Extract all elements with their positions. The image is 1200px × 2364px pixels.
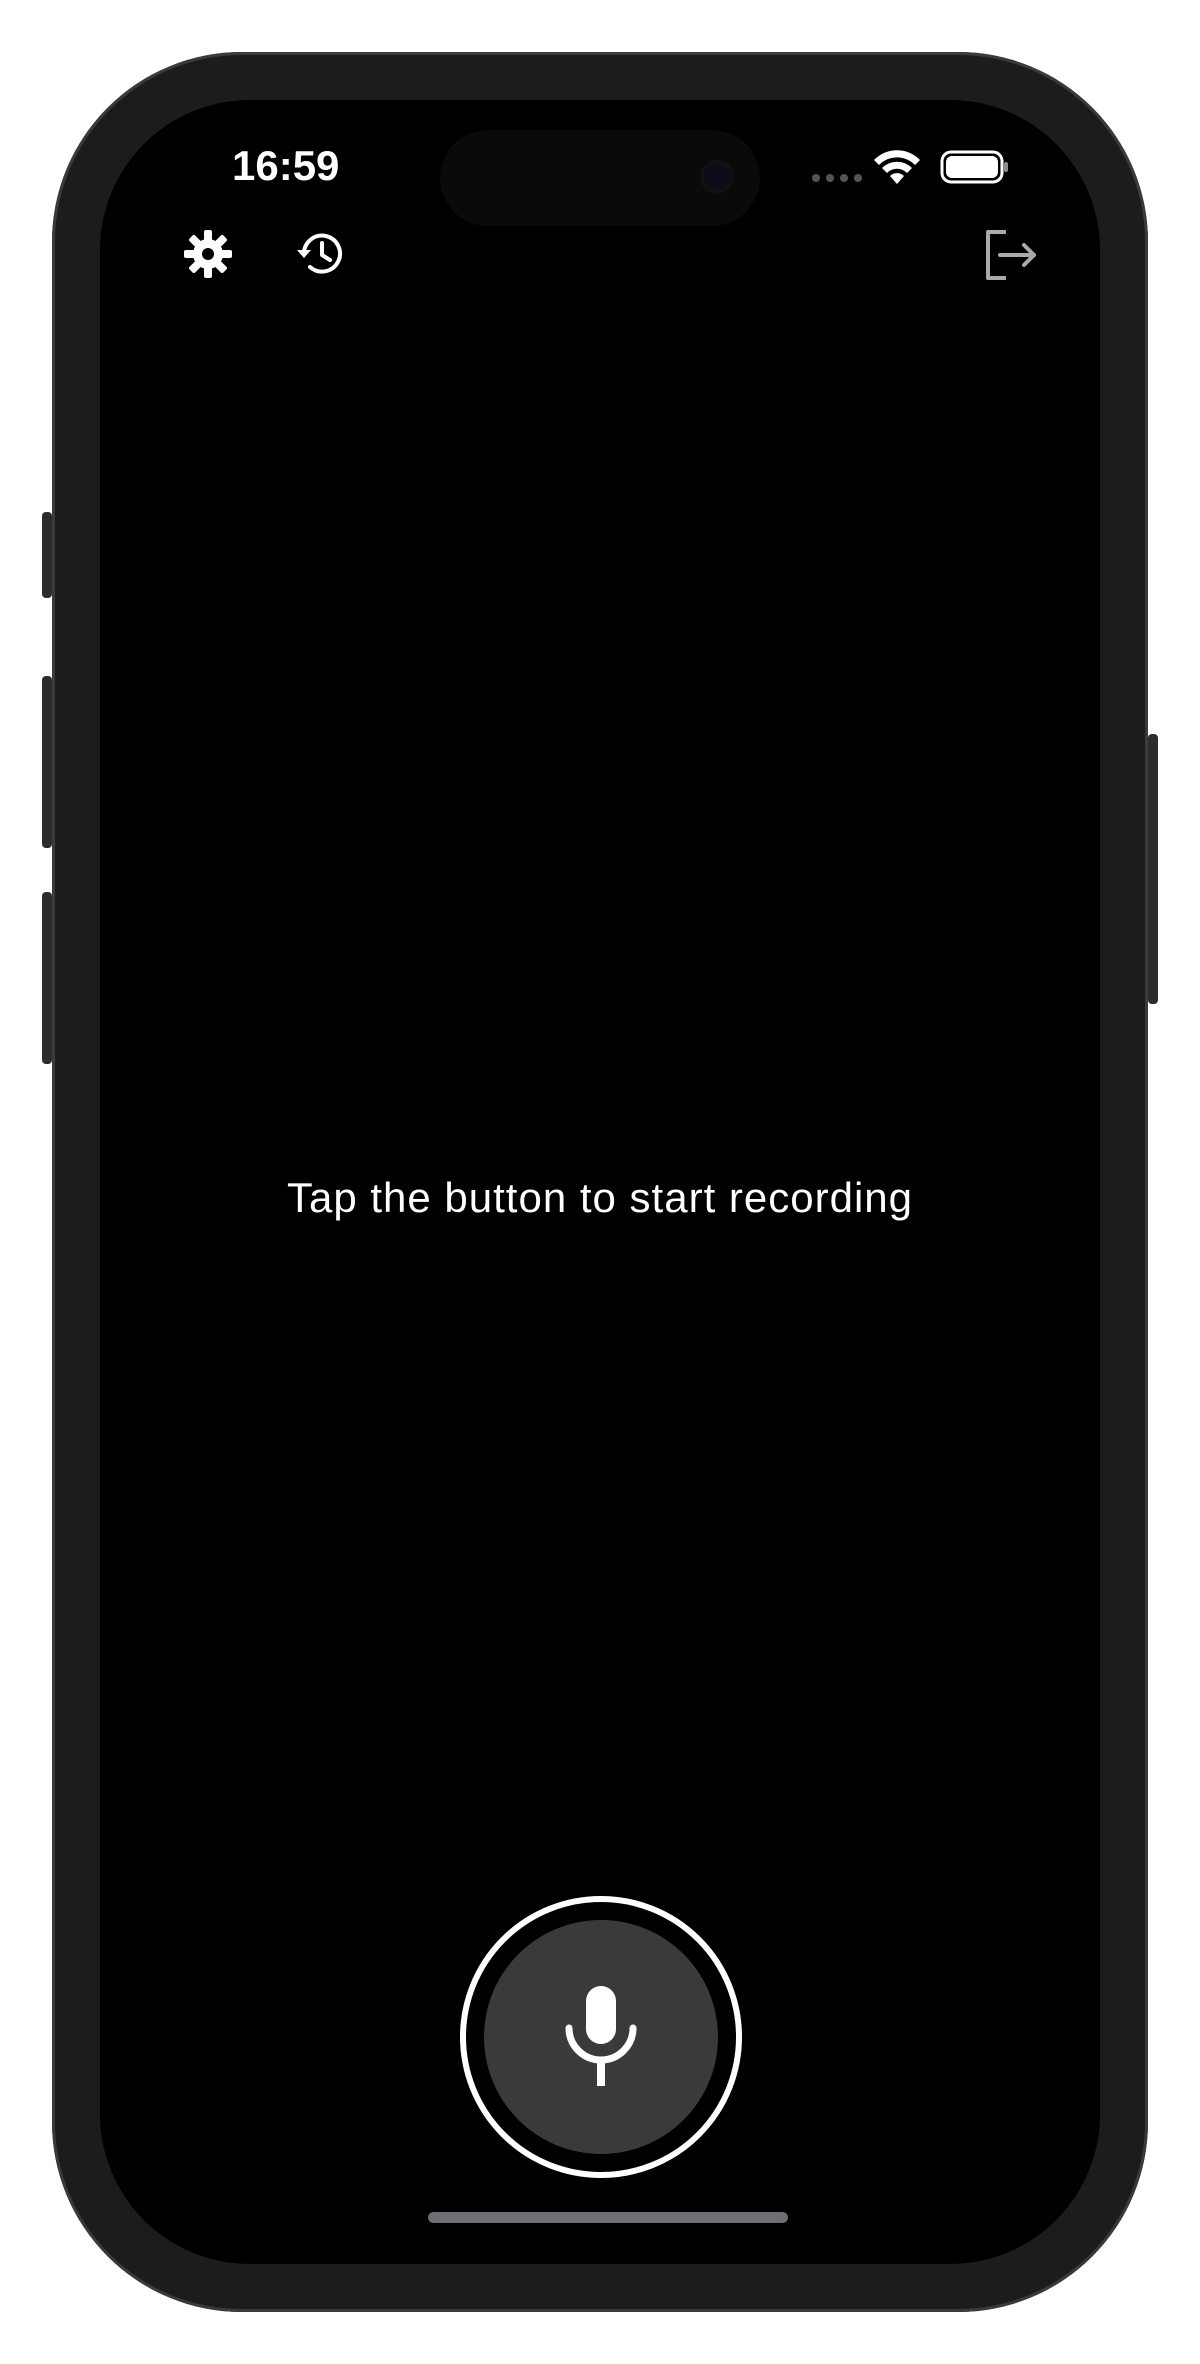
gear-icon[interactable]: [180, 226, 236, 282]
logout-icon[interactable]: [978, 224, 1040, 286]
cellular-signal-icon: [812, 174, 862, 182]
home-indicator: [428, 2212, 788, 2223]
volume-up-button: [42, 676, 52, 848]
history-icon[interactable]: [294, 226, 350, 282]
volume-down-button: [42, 892, 52, 1064]
dynamic-island: [440, 130, 760, 226]
app-screen: 16:59 Tap the button to start recording: [100, 100, 1100, 2264]
battery-icon: [940, 150, 1008, 184]
power-button: [1148, 734, 1158, 1004]
recording-prompt: Tap the button to start recording: [286, 1174, 914, 1221]
wifi-icon: [874, 150, 920, 184]
record-button[interactable]: [460, 1896, 742, 2178]
front-camera: [700, 160, 734, 194]
silent-switch: [42, 512, 52, 598]
record-button-fill: [484, 1920, 718, 2154]
microphone-icon: [565, 1986, 637, 2086]
status-time: 16:59: [232, 142, 340, 189]
